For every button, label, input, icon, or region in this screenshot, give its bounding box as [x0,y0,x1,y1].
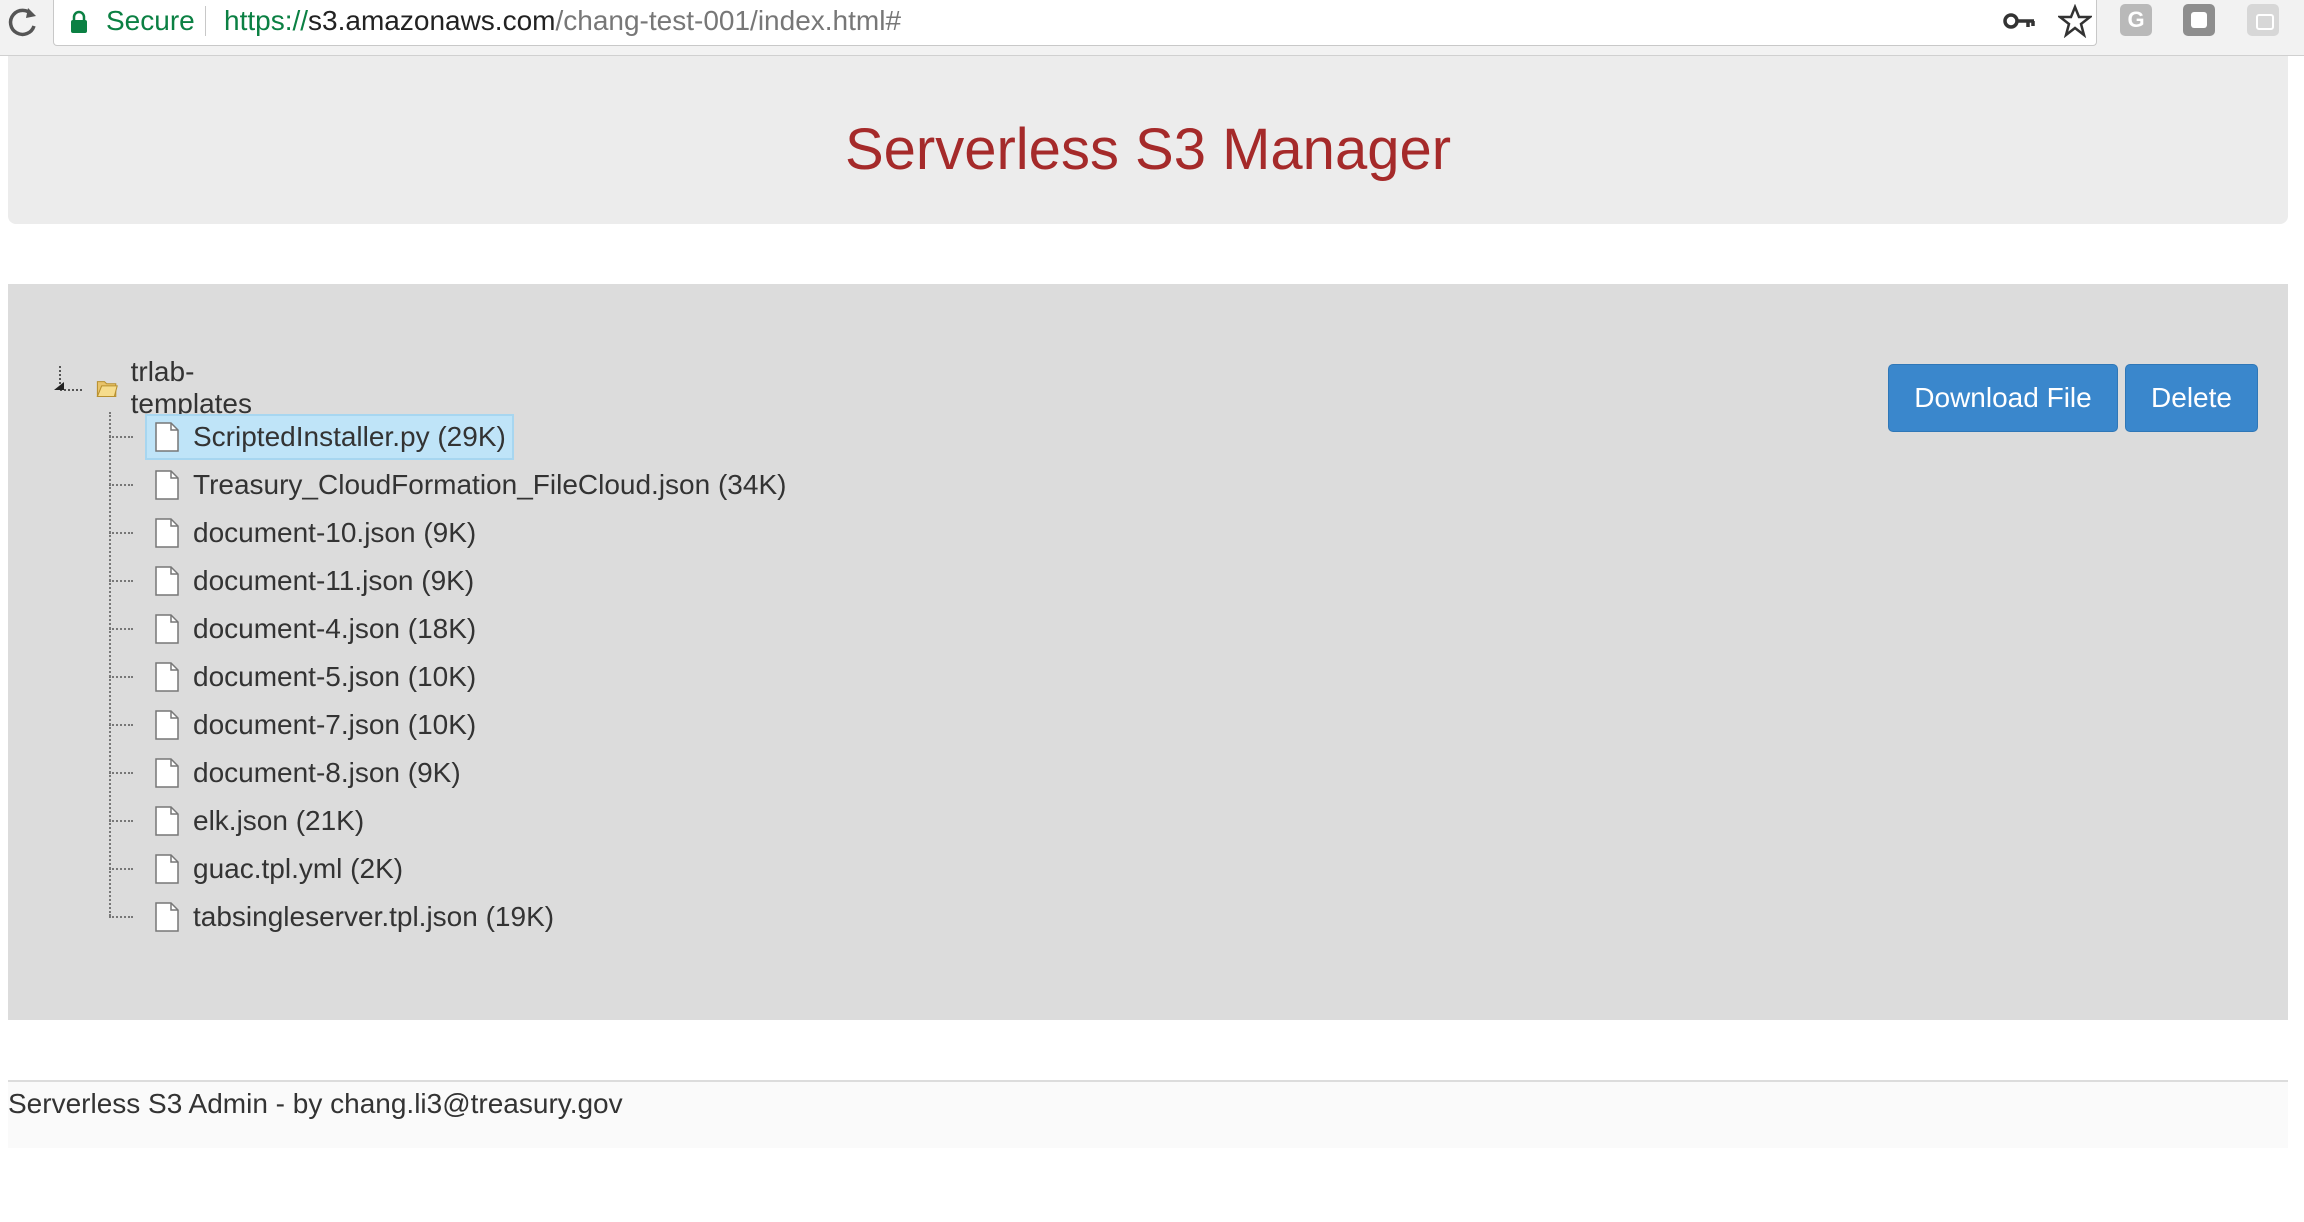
tree-file-label: elk.json (21K) [193,805,365,836]
download-file-button[interactable]: Download File [1888,364,2118,432]
tree-root-folder[interactable]: trlab-templates [96,356,261,419]
tree-file-node[interactable]: guac.tpl.yml (2K) [145,846,411,892]
url-scheme: https:// [224,5,309,36]
tree-branch-line [109,916,133,918]
tree-file-label: ScriptedInstaller.py (29K) [193,421,506,452]
tree-collapse-icon[interactable] [50,364,84,394]
tree-file-item[interactable]: document-10.json (9K) [109,510,484,556]
tree-file-selected[interactable]: ScriptedInstaller.py (29K) [145,414,514,460]
tree-file-label: document-7.json (10K) [193,709,477,740]
tree-file-label: document-11.json (9K) [193,565,475,596]
tree-branch-line [109,676,133,678]
tree-file-item[interactable]: document-11.json (9K) [109,558,482,604]
lock-icon [71,10,87,33]
file-icon [155,758,179,788]
tree-branch-line [109,580,133,582]
url-text[interactable]: https://s3.amazonaws.com/chang-test-001/… [224,5,901,37]
tree-file-node[interactable]: document-8.json (9K) [145,750,469,796]
page-title: Serverless S3 Manager [844,117,1452,182]
tree-file-node[interactable]: elk.json (21K) [145,798,372,844]
extension-g-icon[interactable]: G [2120,4,2152,36]
tree-file-label: Treasury_CloudFormation_FileCloud.json (… [193,469,787,500]
file-icon [155,854,179,884]
key-icon[interactable] [2002,6,2038,36]
tree-file-label: tabsingleserver.tpl.json (19K) [193,901,555,932]
file-icon [155,422,179,452]
file-icon [155,518,179,548]
tree-branch-line [109,820,133,822]
tree-file-item[interactable]: Treasury_CloudFormation_FileCloud.json (… [109,462,794,508]
tree-file-label: document-10.json (9K) [193,517,477,548]
tree-branch-line [109,436,133,438]
tree-branch-line [109,772,133,774]
tree-file-label: document-5.json (10K) [193,661,477,692]
file-icon [155,614,179,644]
tree-file-node[interactable]: document-5.json (10K) [145,654,484,700]
extension-square-icon[interactable] [2183,4,2215,36]
tree-file-item[interactable]: ScriptedInstaller.py (29K) [109,414,514,460]
page-header: Serverless S3 Manager [8,56,2288,224]
tree-file-node[interactable]: tabsingleserver.tpl.json (19K) [145,894,562,940]
address-separator [205,6,206,36]
tree-file-label: document-4.json (18K) [193,613,477,644]
folder-open-icon [96,381,118,398]
reload-icon[interactable] [2,2,42,42]
tree-branch-line [109,868,133,870]
extension-camera-icon[interactable] [2247,4,2279,36]
secure-label: Secure [106,5,195,36]
tree-file-node[interactable]: document-10.json (9K) [145,510,484,556]
tree-branch-line [109,724,133,726]
tree-file-item[interactable]: guac.tpl.yml (2K) [109,846,411,892]
tree-branch-line [109,484,133,486]
tree-file-node[interactable]: Treasury_CloudFormation_FileCloud.json (… [145,462,794,508]
url-path: /chang-test-001/index.html# [555,5,902,36]
page-footer: Serverless S3 Admin - by chang.li3@treas… [8,1080,2288,1148]
tree-file-node[interactable]: document-7.json (10K) [145,702,484,748]
tree-file-item[interactable]: document-5.json (10K) [109,654,484,700]
tree-file-label: guac.tpl.yml (2K) [193,853,404,884]
tree-branch-line [109,628,133,630]
tree-file-item[interactable]: elk.json (21K) [109,798,372,844]
tree-file-node[interactable]: document-11.json (9K) [145,558,482,604]
file-icon [155,470,179,500]
file-icon [155,566,179,596]
tree-file-item[interactable]: tabsingleserver.tpl.json (19K) [109,894,562,940]
tree-file-item[interactable]: document-4.json (18K) [109,606,484,652]
file-icon [155,662,179,692]
tree-file-node[interactable]: document-4.json (18K) [145,606,484,652]
address-bar[interactable]: Secure https://s3.amazonaws.com/chang-te… [53,0,2097,46]
tree-branch-line [109,532,133,534]
file-icon [155,710,179,740]
tree-file-item[interactable]: document-8.json (9K) [109,750,469,796]
file-icon [155,806,179,836]
url-host: s3.amazonaws.com [308,5,556,36]
star-icon[interactable] [2058,4,2092,38]
footer-credit: Serverless S3 Admin - by chang.li3@treas… [8,1088,623,1119]
delete-button[interactable]: Delete [2125,364,2258,432]
tree-root-label: trlab-templates [130,356,252,419]
tree-file-item[interactable]: document-7.json (10K) [109,702,484,748]
tree-file-label: document-8.json (9K) [193,757,461,788]
file-icon [155,902,179,932]
browser-toolbar: Secure https://s3.amazonaws.com/chang-te… [0,0,2304,56]
